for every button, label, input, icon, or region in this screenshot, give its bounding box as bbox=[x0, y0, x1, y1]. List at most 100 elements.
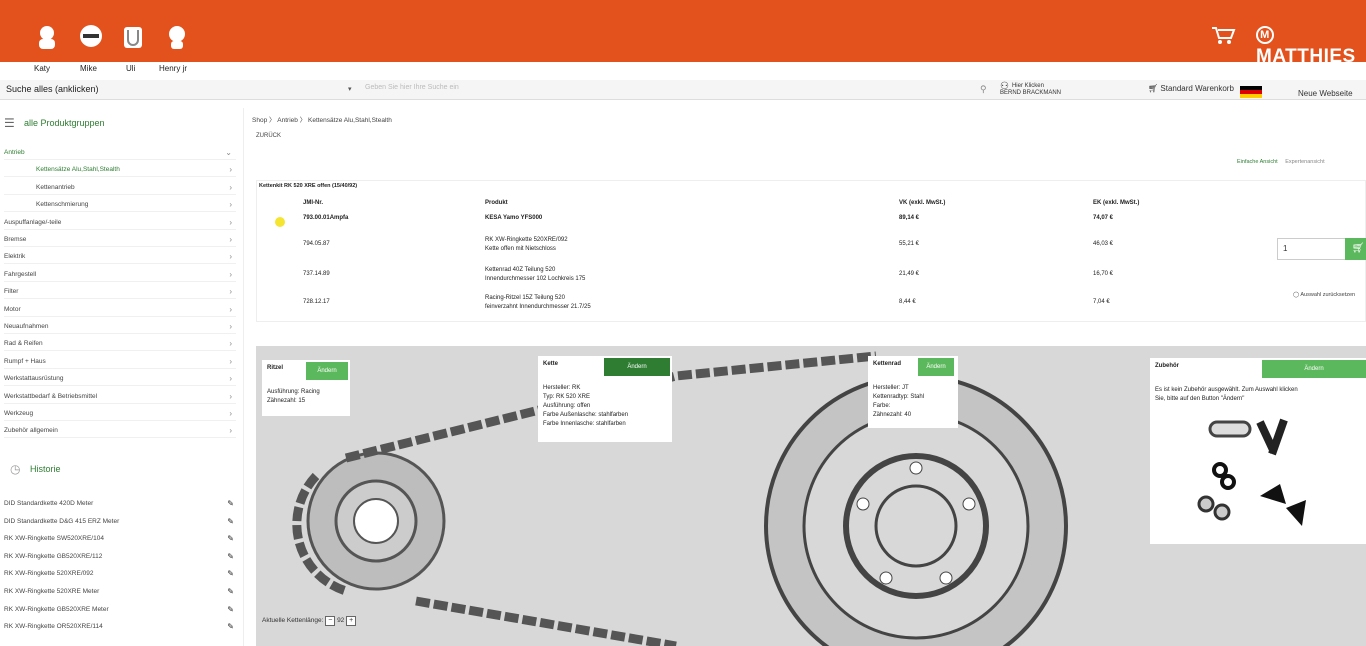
chevron-right-icon[interactable]: › bbox=[229, 374, 232, 383]
history-item[interactable]: RK XW-Ringkette OR520XRE/114 ✎ bbox=[4, 619, 236, 635]
chevron-right-icon[interactable]: › bbox=[229, 270, 232, 279]
sidebar-item-label: Zubehör allgemein bbox=[4, 427, 58, 435]
card-line: Farbe: bbox=[873, 403, 891, 409]
chevron-right-icon[interactable]: › bbox=[229, 322, 232, 331]
table-cell: 794.05.87 bbox=[303, 241, 330, 247]
sidebar-item[interactable]: Rumpf + Haus › bbox=[4, 355, 236, 369]
pin-icon[interactable]: ✎ bbox=[227, 499, 234, 508]
card-line: Typ: RK 520 XRE bbox=[543, 394, 591, 400]
sidebar-item[interactable]: Werkzeug › bbox=[4, 407, 236, 421]
change-kettenrad-button[interactable]: Ändern bbox=[918, 358, 954, 376]
sidebar-item[interactable]: Werkstattbedarf & Betriebsmittel › bbox=[4, 390, 236, 404]
avatar-icon bbox=[169, 26, 185, 49]
sidebar-item[interactable]: Elektrik › bbox=[4, 250, 236, 265]
sidebar-item[interactable]: Kettensätze Alu,Stahl,Stealth › bbox=[4, 163, 236, 178]
search-input[interactable]: Geben Sie hier Ihre Suche ein bbox=[365, 84, 965, 91]
card-line: Es ist kein Zubehör ausgewählt. Zum Ausw… bbox=[1155, 387, 1298, 393]
table-cell: 46,03 € bbox=[1093, 241, 1114, 247]
pin-icon[interactable]: ✎ bbox=[227, 534, 234, 543]
chevron-down-icon[interactable]: ▾ bbox=[348, 85, 352, 93]
sidebar-item[interactable]: Auspuffanlage/-teile › bbox=[4, 216, 236, 230]
german-flag-icon[interactable] bbox=[1240, 86, 1262, 98]
card-title: Kette bbox=[543, 361, 559, 367]
tab-expert[interactable]: Expertenansicht bbox=[1285, 159, 1324, 165]
change-ritzel-button[interactable]: Ändern bbox=[306, 362, 348, 380]
cart-icon[interactable] bbox=[1210, 24, 1236, 46]
chevron-right-icon[interactable]: › bbox=[229, 339, 232, 348]
sidebar-item[interactable]: Kettenschmierung › bbox=[4, 198, 236, 213]
quantity-input[interactable]: 1 bbox=[1277, 238, 1347, 260]
sidebar-item[interactable]: Zubehör allgemein › bbox=[4, 424, 236, 439]
menu-icon[interactable]: ☰ bbox=[4, 116, 15, 130]
add-to-cart-button[interactable]: 🛒︎ bbox=[1345, 238, 1366, 260]
chevron-right-icon[interactable]: › bbox=[229, 252, 232, 261]
sidebar-item-label: Werkstattbedarf & Betriebsmittel bbox=[4, 392, 98, 400]
all-product-groups[interactable]: alle Produktgruppen bbox=[24, 118, 105, 128]
table-title: Kettenkit RK 520 XRE offen (15/40/92) bbox=[259, 183, 358, 189]
card-line: Farbe Innenlasche: stahlfarben bbox=[543, 421, 626, 427]
table-cell: 74,07 € bbox=[1093, 215, 1114, 221]
chain-length-value: 92 bbox=[337, 617, 345, 624]
sidebar-item[interactable]: Kettenantrieb › bbox=[4, 181, 236, 195]
history-item-label: RK XW-Ringkette GB520XRE Meter bbox=[4, 605, 109, 613]
history-item[interactable]: RK XW-Ringkette SW520XRE/104 ✎ bbox=[4, 531, 236, 547]
standard-cart[interactable]: 🛒︎ Standard Warenkorb bbox=[1148, 84, 1234, 93]
user-avatar-katy[interactable] bbox=[32, 24, 62, 56]
sidebar-item[interactable]: Fahrgestell › bbox=[4, 268, 236, 282]
table-cell: Innendurchmesser 102 Lochkreis 175 bbox=[485, 276, 586, 282]
change-zubehoer-button[interactable]: Ändern bbox=[1262, 360, 1366, 378]
card-zubehoer: Zubehör Ändern Es ist kein Zubehör ausge… bbox=[1150, 358, 1366, 544]
sidebar-item[interactable]: Rad & Reifen › bbox=[4, 337, 236, 352]
sidebar-item[interactable]: Neuaufnahmen › bbox=[4, 320, 236, 334]
sidebar-item[interactable]: Werkstattausrüstung › bbox=[4, 372, 236, 387]
history-item[interactable]: DID Standardkette D&G 415 ERZ Meter ✎ bbox=[4, 514, 236, 530]
increase-chain-button[interactable]: + bbox=[346, 616, 357, 626]
chevron-right-icon[interactable]: › bbox=[229, 287, 232, 296]
card-line: Zähnezahl: 40 bbox=[873, 412, 912, 418]
history-item[interactable]: DID Standardkette 420D Meter ✎ bbox=[4, 496, 236, 512]
login-link[interactable]: ⚇ Hier Klicken BERND BRACKMANN bbox=[1000, 82, 1061, 97]
chevron-right-icon[interactable]: › bbox=[229, 218, 232, 227]
pin-icon[interactable]: ✎ bbox=[227, 587, 234, 596]
sidebar-item[interactable]: Bremse › bbox=[4, 233, 236, 247]
chevron-right-icon[interactable]: › bbox=[229, 200, 232, 209]
pin-icon[interactable]: ✎ bbox=[227, 552, 234, 561]
chevron-right-icon[interactable]: › bbox=[229, 235, 232, 244]
search-scope-label: Suche alles (anklicken) bbox=[6, 84, 99, 94]
back-link[interactable]: ZURÜCK bbox=[256, 133, 281, 139]
breadcrumb[interactable]: Shop 〉 Antrieb 〉 Kettensätze Alu,Stahl,S… bbox=[252, 114, 392, 124]
pin-icon[interactable]: ✎ bbox=[227, 622, 234, 631]
pin-icon[interactable]: ✎ bbox=[227, 605, 234, 614]
sidebar-item[interactable]: Filter › bbox=[4, 285, 236, 300]
sidebar-item[interactable]: Antrieb ⌄ bbox=[4, 146, 236, 160]
history-item-label: RK XW-Ringkette 520XRE Meter bbox=[4, 588, 100, 595]
user-avatar-uli[interactable] bbox=[118, 24, 148, 56]
new-website-toggle[interactable]: Neue Webseite bbox=[1298, 89, 1353, 98]
tab-simple[interactable]: Einfache Ansicht bbox=[1237, 159, 1278, 165]
chevron-right-icon[interactable]: › bbox=[229, 409, 232, 418]
change-kette-button[interactable]: Ändern bbox=[604, 358, 670, 376]
history-item[interactable]: RK XW-Ringkette 520XRE/092 ✎ bbox=[4, 566, 236, 582]
chevron-right-icon[interactable]: › bbox=[229, 357, 232, 366]
search-scope-select[interactable]: Suche alles (anklicken) bbox=[0, 80, 360, 100]
chevron-right-icon[interactable]: › bbox=[229, 165, 232, 174]
user-avatar-mike[interactable] bbox=[76, 24, 106, 56]
brand-logo[interactable]: M MATTHIES bbox=[1256, 24, 1366, 68]
search-icon[interactable]: ⚲ bbox=[980, 84, 987, 95]
chevron-right-icon[interactable]: › bbox=[229, 392, 232, 401]
accessories-image bbox=[1197, 418, 1306, 526]
chevron-right-icon[interactable]: › bbox=[229, 183, 232, 192]
history-item[interactable]: RK XW-Ringkette GB520XRE Meter ✎ bbox=[4, 602, 236, 618]
pin-icon[interactable]: ✎ bbox=[227, 569, 234, 578]
history-title[interactable]: Historie bbox=[30, 464, 61, 474]
reset-selection-link[interactable]: ◯ Auswahl zurücksetzen bbox=[1293, 292, 1355, 298]
pin-icon[interactable]: ✎ bbox=[227, 517, 234, 526]
history-item[interactable]: RK XW-Ringkette 520XRE Meter ✎ bbox=[4, 584, 236, 600]
sidebar-item[interactable]: Motor › bbox=[4, 303, 236, 317]
decrease-chain-button[interactable]: − bbox=[325, 616, 336, 626]
chevron-right-icon[interactable]: › bbox=[229, 426, 232, 435]
chevron-right-icon[interactable]: › bbox=[229, 305, 232, 314]
history-item[interactable]: RK XW-Ringkette GB520XRE/112 ✎ bbox=[4, 549, 236, 565]
chevron-right-icon[interactable]: ⌄ bbox=[225, 148, 232, 157]
user-avatar-henry[interactable] bbox=[162, 24, 192, 56]
